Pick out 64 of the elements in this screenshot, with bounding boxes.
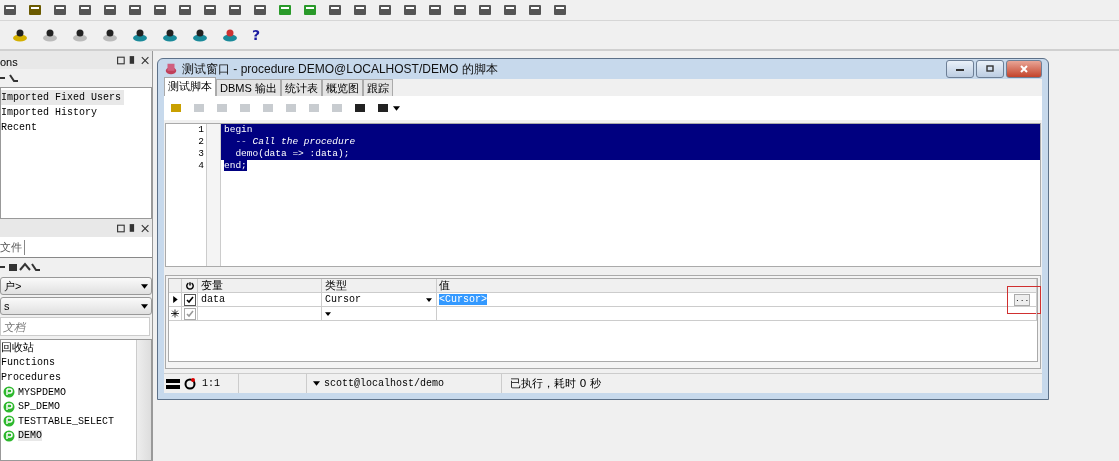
connection-item[interactable]: Imported Fixed Users — [1, 90, 125, 105]
dropdown-arrow-icon[interactable] — [313, 381, 320, 386]
dropdown-arrow-icon — [141, 283, 148, 289]
tab[interactable]: 测试脚本 — [164, 77, 216, 96]
user-dropdown[interactable]: 户> — [0, 277, 152, 295]
dropdown-arrow-icon[interactable] — [393, 105, 400, 111]
procedure-icon — [3, 415, 15, 428]
dropdown-arrow-icon — [141, 303, 148, 309]
panel-controls-icon[interactable] — [116, 223, 150, 234]
line-number: 3 — [197, 148, 204, 160]
minimize-button[interactable] — [946, 60, 974, 78]
maximize-button[interactable] — [976, 60, 1004, 78]
dropdown-arrow-icon[interactable] — [325, 311, 331, 316]
status-message: 已执行，耗时 0 秒 — [509, 376, 601, 392]
tree-item[interactable]: Procedures — [1, 370, 136, 385]
code-line: begin — [224, 124, 253, 135]
panel-controls-icon[interactable] — [116, 55, 150, 66]
window-title: 测试窗口 - procedure DEMO@LOCALHOST/DEMO 的脚本 — [182, 60, 499, 78]
ellipsis-button[interactable]: ... — [1014, 294, 1030, 306]
maximize-icon — [985, 65, 995, 73]
files-tab[interactable]: 文件 — [0, 239, 25, 255]
tab[interactable]: DBMS 输出 — [216, 79, 281, 96]
asterisk-icon — [171, 309, 179, 318]
procedure-icon — [3, 429, 15, 442]
column-header[interactable]: 值 — [437, 279, 1037, 292]
column-header[interactable]: 类型 — [322, 279, 437, 292]
status-icons — [166, 376, 198, 391]
tree-item[interactable]: SP_DEMO — [18, 401, 60, 413]
line-number: 1 — [197, 124, 204, 136]
table-cell: data — [201, 294, 225, 305]
code-line: demo(data => :data); — [234, 148, 350, 159]
cursor-position: 1:1 — [202, 378, 220, 389]
tab[interactable]: 统计表 — [280, 79, 322, 96]
procedure-icon — [3, 386, 15, 399]
current-row-icon — [171, 295, 179, 304]
connection-item[interactable]: Recent — [1, 120, 40, 135]
line-number: 4 — [197, 160, 204, 172]
power-icon — [185, 281, 194, 290]
code-line: -- Call the procedure — [234, 136, 356, 147]
tab[interactable]: 概览图 — [321, 79, 363, 96]
tree-item[interactable]: Functions — [1, 355, 136, 370]
tree-item[interactable]: 回收站 — [1, 340, 136, 355]
search-field[interactable]: 文档 — [0, 317, 150, 336]
dropdown-arrow-icon[interactable] — [426, 297, 432, 302]
code-editor[interactable]: 1 2 3 4 begin -- Call the procedure demo(data => :data); end; — [165, 123, 1041, 267]
table-cell: Cursor — [325, 294, 361, 305]
connection-label[interactable]: scott@localhost/demo — [324, 378, 445, 389]
tree-item[interactable]: DEMO — [18, 430, 42, 442]
procedure-icon — [3, 400, 15, 413]
tree-item[interactable]: MYSPDEMO — [18, 386, 66, 398]
scrollbar[interactable] — [136, 340, 151, 460]
column-header[interactable]: 变量 — [198, 279, 322, 292]
help-button[interactable]: ? — [252, 27, 261, 43]
type-dropdown[interactable]: s — [0, 297, 152, 315]
panel-title: ons — [0, 55, 18, 68]
line-number: 2 — [197, 136, 204, 148]
close-button[interactable] — [1006, 60, 1042, 78]
checkbox[interactable] — [183, 293, 196, 306]
tree-item[interactable]: TESTTABLE_SELECT — [18, 415, 114, 427]
highlight-frame — [1007, 286, 1041, 314]
connection-item[interactable]: Imported History — [1, 105, 100, 120]
table-cell: <Cursor> — [439, 294, 487, 305]
tab[interactable]: 跟踪 — [362, 79, 393, 96]
close-icon — [1019, 65, 1029, 73]
